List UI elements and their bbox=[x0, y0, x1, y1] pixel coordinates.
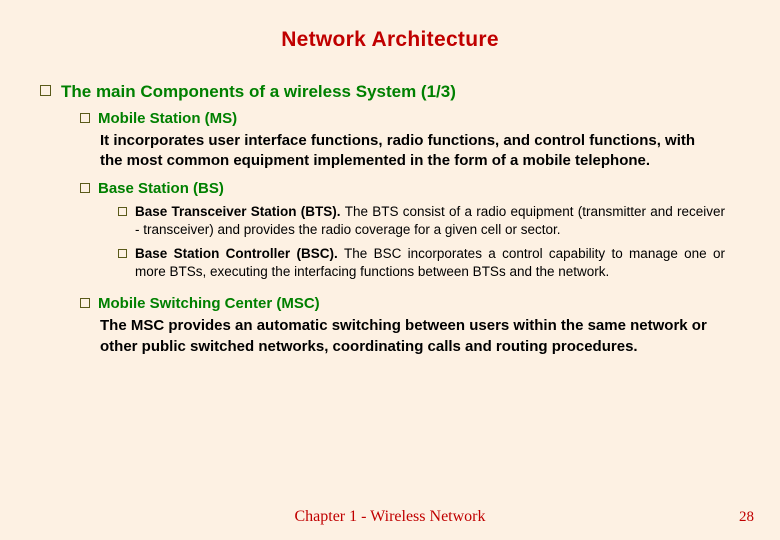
square-bullet-icon bbox=[118, 207, 127, 216]
list-item: Mobile Station (MS) bbox=[80, 110, 780, 127]
item-title: Base Station (BS) bbox=[98, 180, 224, 197]
square-bullet-icon bbox=[80, 113, 90, 123]
list-item: Base Transceiver Station (BTS). The BTS … bbox=[118, 203, 780, 239]
item-content: Base Transceiver Station (BTS). The BTS … bbox=[135, 203, 725, 239]
item-title: Mobile Station (MS) bbox=[98, 110, 237, 127]
list-item: The main Components of a wireless System… bbox=[40, 82, 780, 102]
item-content: Base Station Controller (BSC). The BSC i… bbox=[135, 245, 725, 281]
square-bullet-icon bbox=[40, 85, 51, 96]
square-bullet-icon bbox=[80, 298, 90, 308]
item-lead: Base Transceiver Station (BTS). bbox=[135, 204, 345, 219]
item-body: It incorporates user interface functions… bbox=[100, 131, 780, 172]
list-item: Base Station Controller (BSC). The BSC i… bbox=[118, 245, 780, 281]
page-number: 28 bbox=[739, 509, 754, 526]
square-bullet-icon bbox=[80, 183, 90, 193]
slide-title: Network Architecture bbox=[0, 0, 780, 52]
item-title: Mobile Switching Center (MSC) bbox=[98, 295, 320, 312]
item-body: The MSC provides an automatic switching … bbox=[100, 316, 780, 357]
item-lead: Base Station Controller (BSC). bbox=[135, 246, 344, 261]
footer-text: Chapter 1 - Wireless Network bbox=[0, 508, 780, 526]
list-item: Mobile Switching Center (MSC) bbox=[80, 295, 780, 312]
square-bullet-icon bbox=[118, 249, 127, 258]
list-item: Base Station (BS) bbox=[80, 180, 780, 197]
heading-text: The main Components of a wireless System… bbox=[61, 82, 456, 102]
